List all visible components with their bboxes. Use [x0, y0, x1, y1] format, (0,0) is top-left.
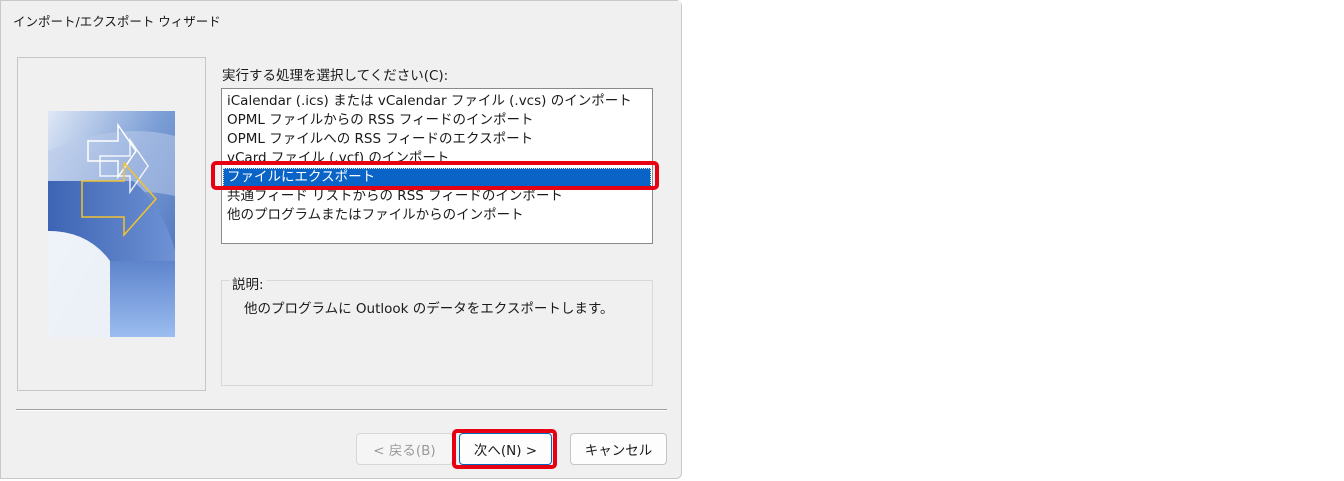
wizard-illustration: [48, 111, 175, 337]
list-item-import-icalendar[interactable]: iCalendar (.ics) または vCalendar ファイル (.vc…: [223, 92, 651, 111]
wizard-image-panel: [17, 57, 206, 391]
description-label: 説明:: [230, 273, 266, 293]
description-group: [221, 280, 653, 386]
list-item-export-to-file[interactable]: ファイルにエクスポート: [223, 168, 651, 187]
title-bar[interactable]: インポート/エクスポート ウィザード: [1, 1, 681, 39]
list-item-import-opml-rss[interactable]: OPML ファイルからの RSS フィードのインポート: [223, 111, 651, 130]
list-item-export-opml-rss[interactable]: OPML ファイルへの RSS フィードのエクスポート: [223, 130, 651, 149]
window-title: インポート/エクスポート ウィザード: [13, 14, 221, 29]
cancel-button[interactable]: キャンセル: [570, 433, 667, 465]
back-button[interactable]: < 戻る(B): [356, 433, 453, 465]
action-listbox[interactable]: iCalendar (.ics) または vCalendar ファイル (.vc…: [221, 88, 653, 244]
action-prompt-label: 実行する処理を選択してください(C):: [222, 68, 449, 84]
next-button[interactable]: 次へ(N) >: [459, 433, 552, 465]
description-text: 他のプログラムに Outlook のデータをエクスポートします。: [244, 301, 614, 317]
import-export-wizard-dialog: インポート/エクスポート ウィザード 実行する処理を選択してください(C): i…: [0, 0, 682, 479]
list-item-import-vcard[interactable]: vCard ファイル (.vcf) のインポート: [223, 149, 651, 168]
list-item-import-other-program[interactable]: 他のプログラムまたはファイルからのインポート: [223, 206, 651, 225]
footer-separator: [16, 409, 667, 411]
list-item-import-common-feed[interactable]: 共通フィード リストからの RSS フィードのインポート: [223, 187, 651, 206]
